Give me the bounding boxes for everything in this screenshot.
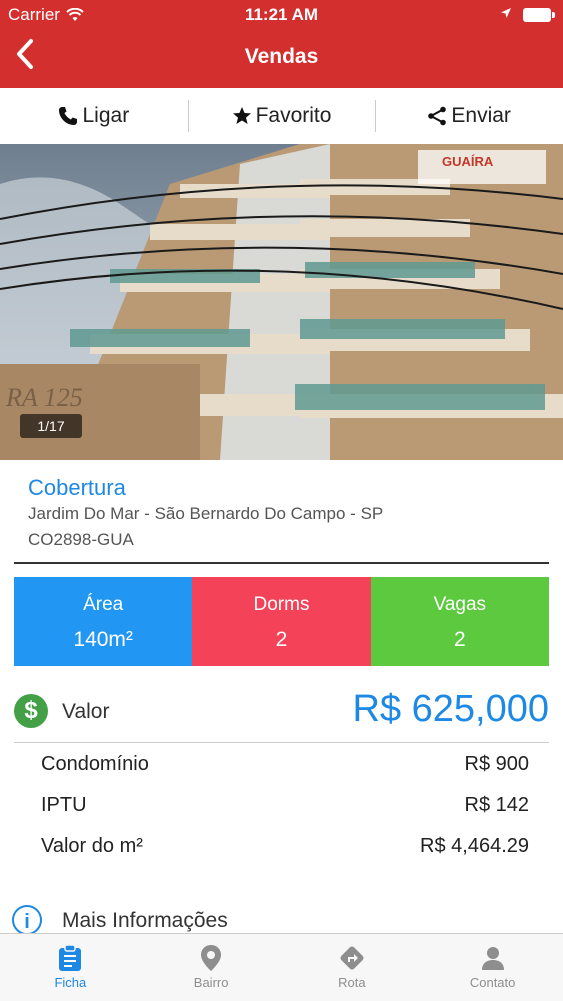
clock: 11:21 AM	[244, 5, 319, 24]
stat-vagas-value: 2	[453, 628, 466, 651]
call-label: Ligar	[82, 104, 130, 127]
tab-contato-label: Contato	[469, 975, 516, 990]
stat-dorms-label: Dorms	[253, 594, 310, 615]
cost-label: IPTU	[41, 794, 87, 816]
stat-dorms: Dorms 2	[192, 577, 371, 666]
share-button[interactable]: Enviar	[375, 88, 563, 144]
stat-dorms-value: 2	[275, 628, 288, 651]
favorite-label: Favorito	[255, 104, 332, 127]
action-bar: Ligar Favorito Enviar	[0, 88, 563, 145]
property-stats: Área 140m² Dorms 2 Vagas 2	[14, 577, 549, 666]
share-label: Enviar	[451, 104, 511, 127]
divider	[14, 742, 549, 743]
more-info-label: Mais Informações	[62, 909, 228, 932]
cost-label: Valor do m²	[41, 835, 143, 857]
tab-contato[interactable]: Contato	[422, 934, 563, 1001]
status-bar: Carrier 11:21 AM	[0, 5, 563, 27]
tab-bar: Ficha Bairro Rota Contato	[0, 933, 563, 1001]
location-arrow-icon	[500, 6, 512, 22]
tab-rota-label: Rota	[338, 975, 366, 990]
stat-area-label: Área	[83, 594, 124, 615]
cost-value: R$ 900	[464, 753, 530, 775]
price-row: $ Valor R$ 625,000	[14, 688, 549, 736]
property-location: Jardim Do Mar - São Bernardo Do Campo - …	[28, 504, 384, 523]
tab-ficha[interactable]: Ficha	[0, 934, 141, 1001]
dollar-icon: $	[14, 694, 48, 728]
page-title: Vendas	[244, 45, 319, 68]
share-icon	[428, 106, 447, 126]
tab-bairro[interactable]: Bairro	[141, 934, 282, 1001]
map-pin-icon	[201, 945, 222, 971]
stat-vagas: Vagas 2	[370, 577, 549, 666]
call-button[interactable]: Ligar	[0, 88, 188, 144]
property-photo[interactable]: GUAÍRA RA 125 1/17	[0, 144, 563, 460]
info-icon: i	[12, 905, 42, 935]
person-icon	[481, 947, 504, 970]
price-label: Valor	[62, 700, 110, 723]
battery-icon	[523, 8, 555, 22]
cost-label: Condomínio	[41, 753, 149, 775]
facade-text: RA 125	[5, 383, 83, 412]
cost-value: R$ 4,464.29	[420, 835, 529, 857]
clipboard-icon	[59, 944, 82, 971]
price-value: R$ 625,000	[352, 688, 550, 730]
route-icon	[340, 946, 364, 970]
tab-rota[interactable]: Rota	[282, 934, 423, 1001]
cost-value: R$ 142	[464, 794, 530, 816]
star-icon	[232, 107, 251, 124]
tab-bairro-label: Bairro	[193, 975, 229, 990]
favorite-button[interactable]: Favorito	[187, 88, 376, 144]
property-code: CO2898-GUA	[28, 530, 134, 549]
stat-area: Área 140m²	[14, 577, 193, 666]
stat-area-value: 140m²	[73, 628, 133, 651]
photo-counter: 1/17	[20, 414, 82, 438]
phone-icon	[59, 107, 78, 125]
stat-vagas-label: Vagas	[433, 594, 487, 615]
divider	[14, 562, 549, 564]
watermark-text: GUAÍRA	[442, 154, 494, 169]
tab-ficha-label: Ficha	[54, 975, 87, 990]
app-header: Carrier 11:21 AM Vendas	[0, 0, 563, 88]
property-type: Cobertura	[28, 475, 126, 500]
